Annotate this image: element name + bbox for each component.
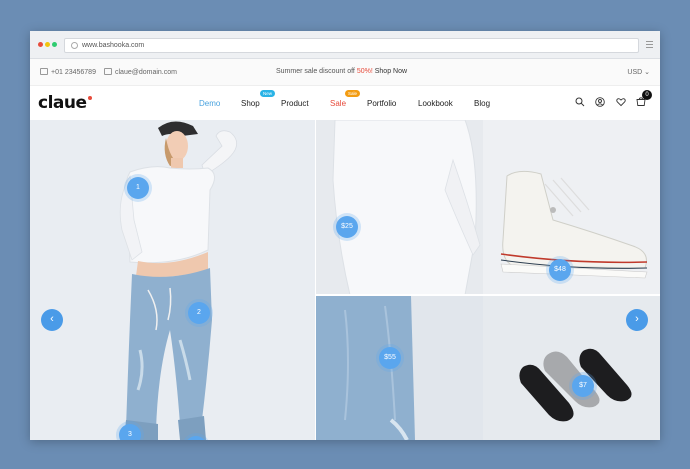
product-closeup-image: [315, 120, 483, 440]
address-bar[interactable]: www.bashooka.com: [64, 38, 639, 53]
url-text: www.bashooka.com: [82, 42, 145, 49]
chevron-left-icon: ‹: [50, 313, 54, 325]
panel-divider: [316, 294, 660, 296]
sneaker-illustration: [500, 170, 648, 279]
email-contact[interactable]: claue@domain.com: [104, 68, 177, 76]
sale-badge: Sale: [345, 90, 361, 97]
price-hotspot-sweater[interactable]: $25: [336, 216, 358, 238]
email-address: claue@domain.com: [115, 69, 177, 76]
price-hotspot-sneaker[interactable]: $48: [549, 259, 571, 281]
nav-item-blog[interactable]: Blog: [474, 99, 490, 108]
hotspot-1[interactable]: 1: [127, 177, 149, 199]
nav-item-demo[interactable]: Demo: [199, 99, 220, 108]
price-hotspot-socks[interactable]: $7: [572, 375, 594, 397]
minimize-window-button[interactable]: [45, 42, 50, 47]
user-icon[interactable]: [595, 97, 605, 107]
phone-contact: +01 23456789: [40, 68, 96, 76]
browser-toolbar: www.bashooka.com: [30, 31, 660, 59]
slider-next-button[interactable]: ›: [626, 309, 648, 331]
slider-prev-button[interactable]: ‹: [41, 309, 63, 331]
hotspot-3[interactable]: 3: [119, 424, 141, 440]
cart-count-badge: 0: [642, 90, 652, 100]
shop-now-link[interactable]: Shop Now: [375, 68, 407, 75]
maximize-window-button[interactable]: [52, 42, 57, 47]
heart-icon[interactable]: [616, 97, 626, 107]
chevron-right-icon: ›: [635, 313, 639, 325]
browser-menu-icon[interactable]: [646, 41, 653, 50]
currency-selector[interactable]: USD ⌄: [627, 68, 650, 76]
hotspot-2[interactable]: 2: [188, 302, 210, 324]
nav-item-shop[interactable]: Shop: [241, 99, 260, 108]
phone-number: +01 23456789: [51, 69, 96, 76]
site-logo[interactable]: claue: [38, 93, 87, 113]
promo-text: Summer sale discount off: [276, 68, 355, 75]
site-header: claue Demo Shop New Product Sale Sale Po…: [30, 86, 660, 120]
sweater-jeans-illustration: [315, 120, 483, 440]
panel-divider: [315, 120, 316, 440]
promo-percent: 50%!: [356, 68, 373, 75]
hero-lookbook: 1 2 3 $25 $55 $48 $7 ‹ ›: [30, 120, 660, 440]
model-illustration: [119, 121, 238, 440]
nav-item-portfolio[interactable]: Portfolio: [367, 99, 396, 108]
price-hotspot-jeans[interactable]: $55: [379, 347, 401, 369]
sneaker-image: [483, 120, 660, 295]
nav-item-lookbook[interactable]: Lookbook: [418, 99, 453, 108]
logo-dot: [88, 96, 92, 100]
chevron-down-icon: ⌄: [644, 69, 650, 76]
phone-icon: [40, 68, 48, 75]
promo-banner: Summer sale discount off 50%! Shop Now: [276, 68, 407, 75]
browser-window: www.bashooka.com +01 23456789 claue@doma…: [30, 31, 660, 440]
new-badge: New: [260, 90, 276, 97]
top-info-bar: +01 23456789 claue@domain.com Summer sal…: [30, 59, 660, 86]
nav-item-sale[interactable]: Sale: [330, 99, 346, 108]
close-window-button[interactable]: [38, 42, 43, 47]
model-image: [30, 120, 315, 440]
nav-item-product[interactable]: Product: [281, 99, 309, 108]
mail-icon: [104, 68, 112, 75]
search-icon[interactable]: [575, 97, 585, 107]
currency-label: USD: [627, 69, 643, 76]
site-info-icon: [71, 42, 78, 49]
